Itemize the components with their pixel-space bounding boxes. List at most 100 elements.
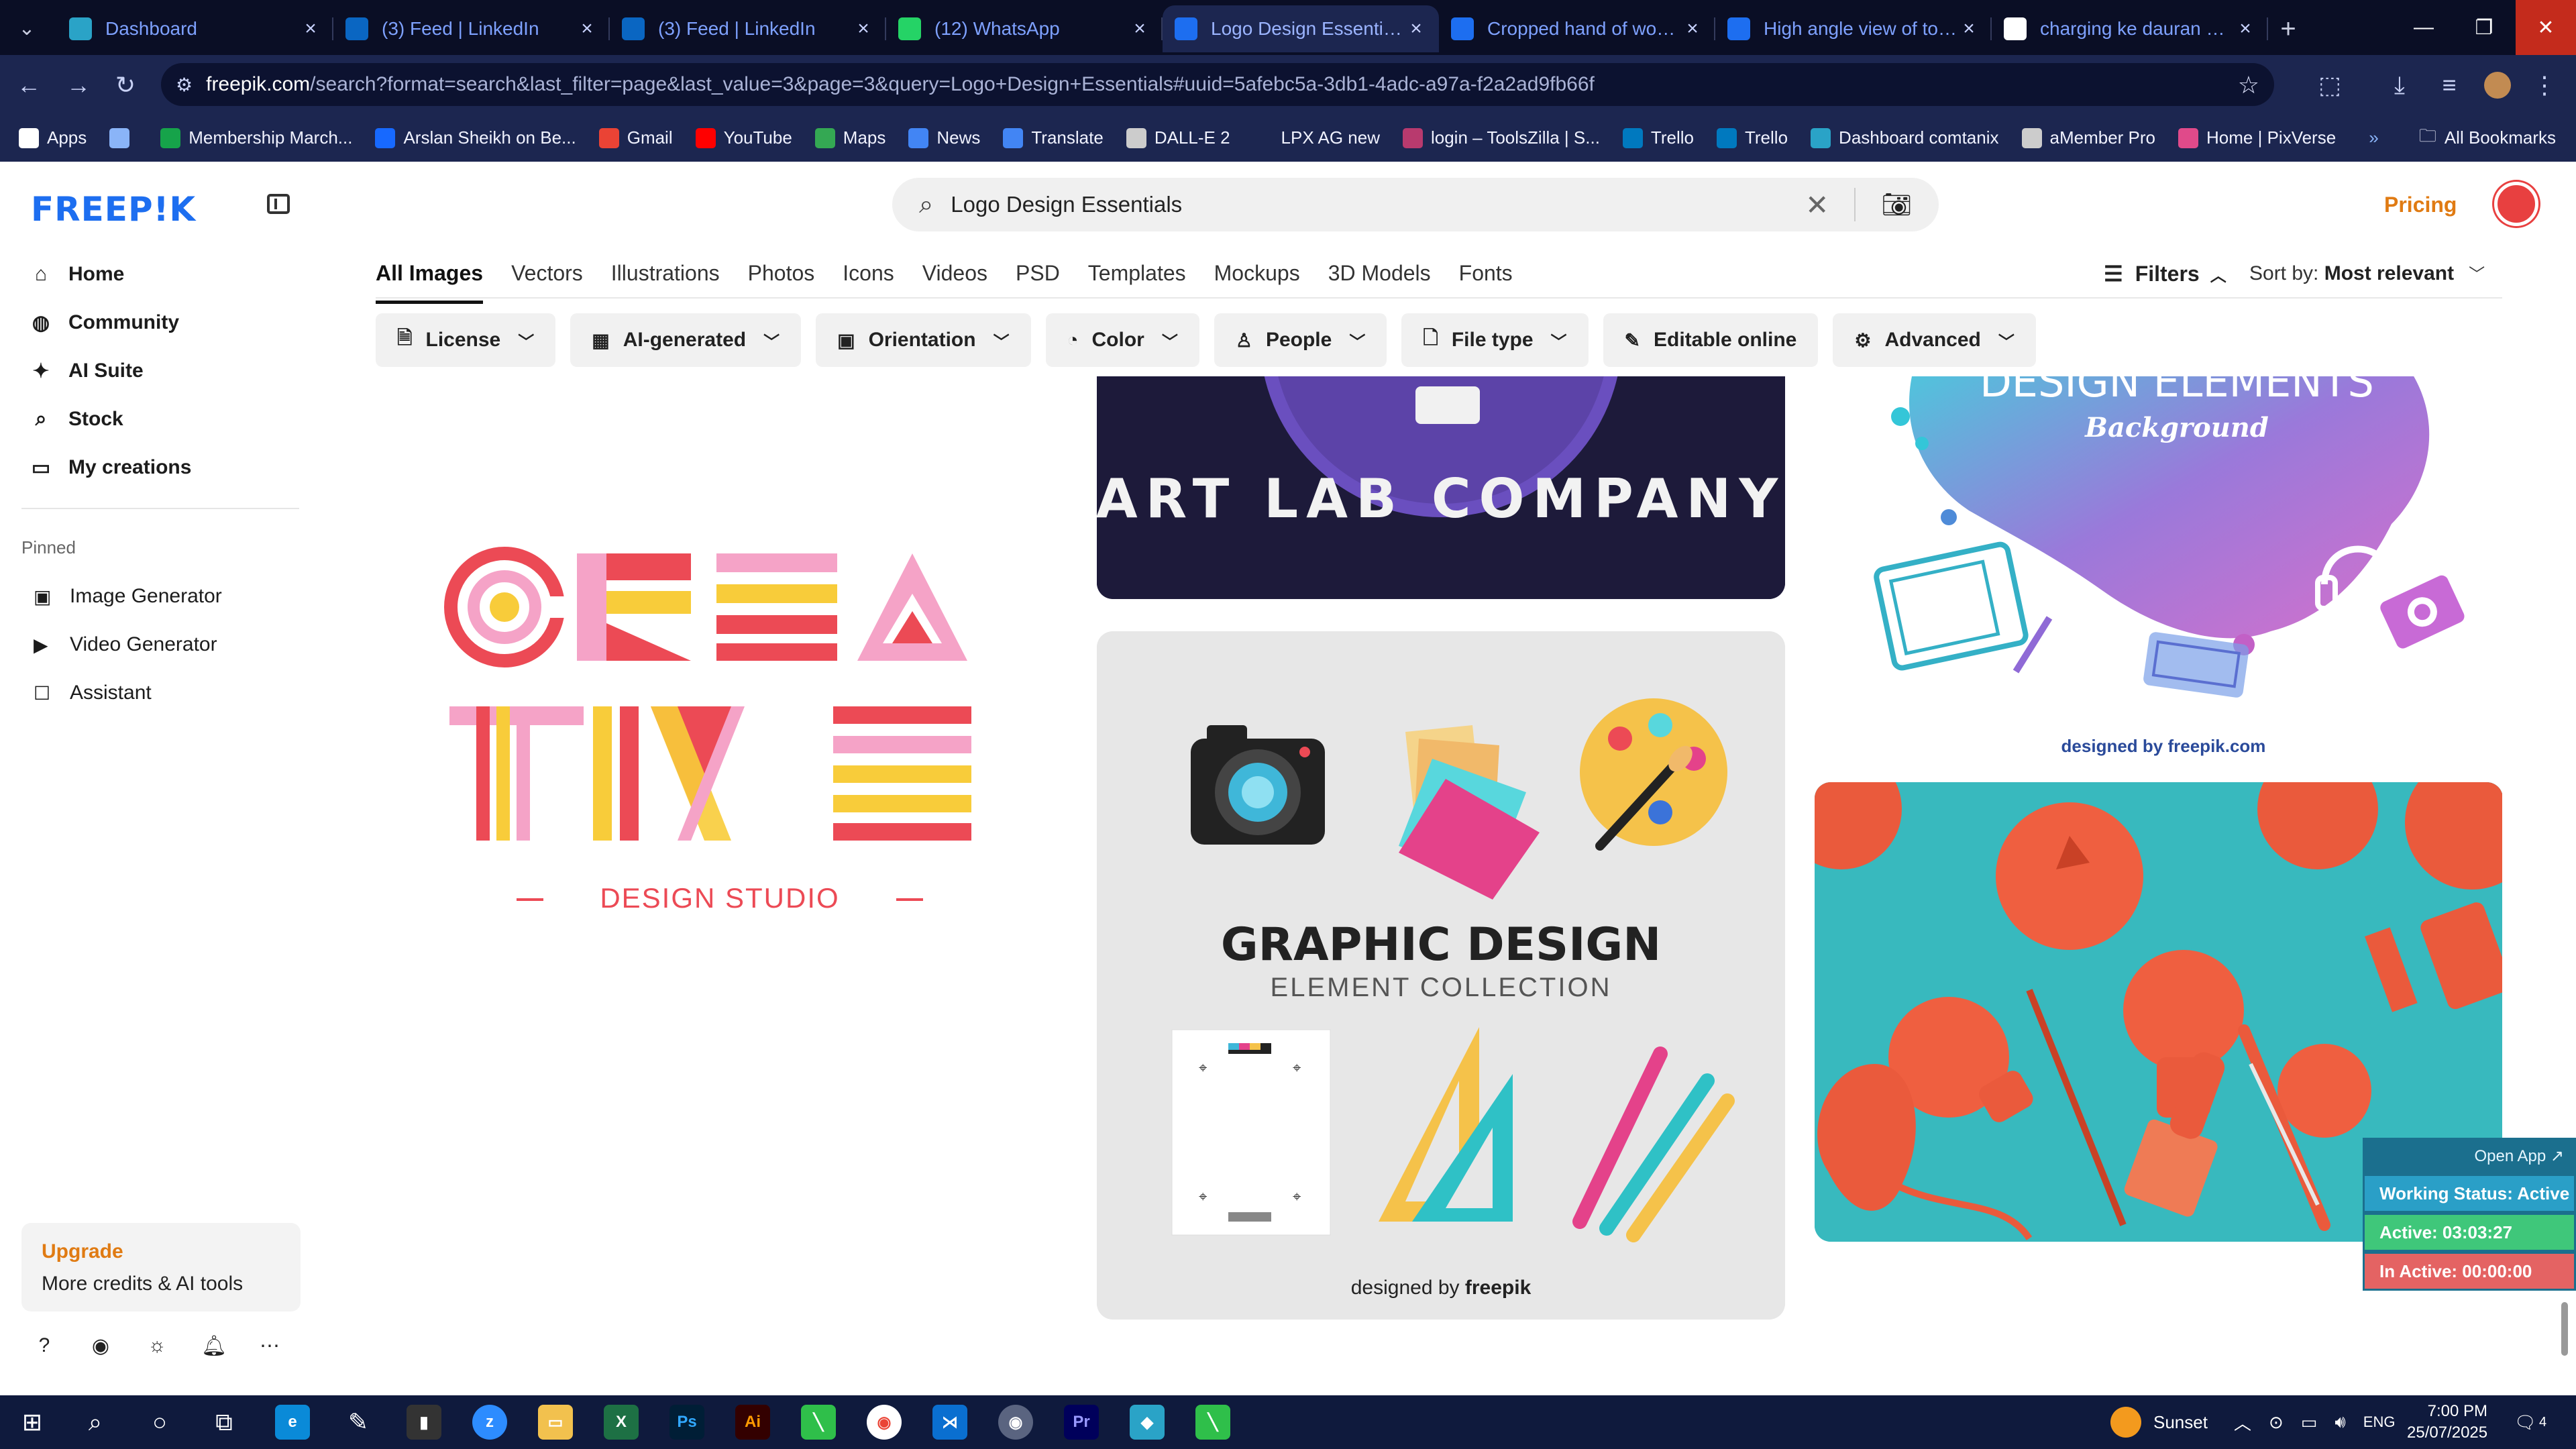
tab-search-icon[interactable]: ⌄ <box>7 9 47 47</box>
site-info-icon[interactable]: ⚙ <box>176 74 193 96</box>
sidebar-item-community[interactable]: ◍ Community <box>30 299 191 347</box>
theme-icon[interactable]: ☼ <box>145 1334 169 1358</box>
comtanix-icon[interactable]: ◆ <box>1130 1405 1165 1440</box>
result-card-graphic-design[interactable]: GRAPHIC DESIGN ELEMENT COLLECTION ⌖ ⌖ ⌖ … <box>1097 631 1785 1320</box>
bookmark-item[interactable]: Trello <box>1716 127 1788 148</box>
close-tab-icon[interactable]: × <box>576 17 598 40</box>
filter-chip-editable-online[interactable]: ✎ Editable online <box>1603 313 1819 367</box>
bookmark-item[interactable]: Home | PixVerse <box>2178 127 2336 148</box>
chrome-active-icon[interactable]: ◉ <box>998 1405 1033 1440</box>
back-button[interactable]: ← <box>11 67 47 103</box>
close-window-button[interactable]: ✕ <box>2516 0 2576 55</box>
bookmark-item[interactable]: Translate <box>1003 127 1104 148</box>
volume-icon[interactable]: 🔊︎ <box>2334 1411 2345 1433</box>
terminal-icon[interactable]: ▮ <box>407 1405 441 1440</box>
pricing-link[interactable]: Pricing <box>2384 193 2457 217</box>
bookmark-item[interactable]: Gmail <box>598 127 673 148</box>
download-icon[interactable]: ⤓ <box>2381 67 2418 103</box>
all-bookmarks[interactable]: » 🗀 All Bookmarks <box>2369 114 2556 162</box>
chevron-double-right-icon[interactable]: » <box>2369 127 2378 148</box>
open-app-button[interactable]: Open App ↗ <box>2363 1138 2576 1174</box>
excel-icon[interactable]: X <box>604 1405 639 1440</box>
language-indicator[interactable]: ENG <box>2363 1413 2396 1431</box>
bookmark-item[interactable]: Apps <box>19 127 87 148</box>
browser-tab[interactable]: Cropped hand of woman × <box>1439 5 1715 52</box>
camera-tray-icon[interactable]: ⊙ <box>2269 1412 2284 1433</box>
media-control-icon[interactable]: ≡ <box>2431 67 2467 103</box>
extension-icon[interactable]: ⬚ <box>2312 67 2348 103</box>
camera-icon[interactable]: 📷︎ <box>1881 191 1912 219</box>
pinned-item-video-generator[interactable]: ▶ Video Generator <box>34 621 222 669</box>
close-tab-icon[interactable]: × <box>1682 17 1703 40</box>
cortana-icon[interactable]: ○ <box>140 1402 180 1442</box>
restore-button[interactable]: ❐ <box>2454 0 2514 55</box>
close-tab-icon[interactable]: × <box>853 17 874 40</box>
bookmark-item[interactable]: Arslan Sheikh on Be... <box>375 127 576 148</box>
notifications[interactable]: 🗨︎ 4 <box>2514 1395 2546 1449</box>
task-view-icon[interactable]: ⧉ <box>204 1402 244 1442</box>
user-avatar[interactable] <box>2494 182 2538 226</box>
pinned-item-assistant[interactable]: ☐ Assistant <box>34 669 222 717</box>
network-icon[interactable]: ▭ <box>2301 1412 2318 1433</box>
browser-tab[interactable]: charging ke dauran hone × <box>1992 5 2268 52</box>
sort-control[interactable]: Sort by: Most relevant ﹀ <box>2249 261 2485 285</box>
pinned-item-image-generator[interactable]: ▣ Image Generator <box>34 572 222 621</box>
bookmark-item[interactable]: Maps <box>814 127 885 148</box>
browser-tab[interactable]: (12) WhatsApp × <box>886 5 1163 52</box>
bookmark-item[interactable]: Membership March... <box>160 127 352 148</box>
reload-button[interactable]: ↻ <box>107 67 144 103</box>
bookmark-item[interactable]: aMember Pro <box>2021 127 2155 148</box>
browser-tab[interactable]: Dashboard × <box>57 5 333 52</box>
vscode-icon[interactable]: ⋊ <box>932 1405 967 1440</box>
zoom-icon[interactable]: z <box>472 1405 507 1440</box>
browser-menu-icon[interactable]: ⋮ <box>2526 67 2563 103</box>
bookmark-star-icon[interactable]: ☆ <box>2238 71 2259 99</box>
bookmark-item[interactable]: YouTube <box>695 127 792 148</box>
filters-toggle[interactable]: ☰ Filters ︿ <box>2104 261 2226 286</box>
search-icon[interactable]: ⌕ <box>75 1402 115 1442</box>
close-tab-icon[interactable]: × <box>1958 17 1980 40</box>
clock[interactable]: 7:00 PM 25/07/2025 <box>2407 1401 2487 1444</box>
bell-icon[interactable]: 🔔︎ <box>201 1334 227 1358</box>
browser-tab[interactable]: High angle view of toys s × <box>1715 5 1992 52</box>
filter-chip-file-type[interactable]: 🗋 File type ﹀ <box>1401 313 1589 367</box>
pen-icon[interactable]: ✎ <box>338 1402 378 1442</box>
help-icon[interactable]: ? <box>32 1334 56 1358</box>
weather[interactable]: Sunset <box>2110 1395 2208 1449</box>
sidebar-item-ai-suite[interactable]: ✦ AI Suite <box>30 347 191 395</box>
filter-chip-people[interactable]: ♙ People ﹀ <box>1214 313 1387 367</box>
more-icon[interactable]: ⋯ <box>258 1334 282 1358</box>
upgrade-card[interactable]: Upgrade More credits & AI tools <box>21 1223 301 1311</box>
discord-icon[interactable]: ◉ <box>89 1334 113 1358</box>
bookmark-item[interactable]: DALL-E 2 <box>1126 127 1230 148</box>
premiere-icon[interactable]: Pr <box>1064 1405 1099 1440</box>
chrome-icon[interactable]: ◉ <box>867 1405 902 1440</box>
minimize-button[interactable]: — <box>2394 0 2454 55</box>
filter-chip-orientation[interactable]: ▣ Orientation ﹀ <box>816 313 1031 367</box>
bookmark-item[interactable]: Trello <box>1622 127 1694 148</box>
clear-search-icon[interactable]: ✕ <box>1805 189 1829 221</box>
result-card-artlab[interactable]: ART LAB COMPANY <box>1097 376 1785 599</box>
sidebar-item-home[interactable]: ⌂ Home <box>30 250 191 299</box>
forward-button[interactable]: → <box>60 67 97 103</box>
green-app-icon[interactable]: ╲ <box>801 1405 836 1440</box>
chevron-up-icon[interactable]: ︿ <box>2234 1410 2251 1435</box>
page-scrollbar[interactable] <box>2561 1302 2568 1356</box>
close-tab-icon[interactable]: × <box>1129 17 1150 40</box>
bookmark-item[interactable]: News <box>908 127 980 148</box>
bookmark-item[interactable] <box>109 127 138 148</box>
filter-chip-color[interactable]: ◔ Color ﹀ <box>1045 313 1199 367</box>
edge-icon[interactable]: e <box>275 1405 310 1440</box>
browser-tab[interactable]: (3) Feed | LinkedIn × <box>333 5 610 52</box>
address-bar[interactable]: ⚙ freepik.com/search?format=search&last_… <box>161 63 2274 106</box>
filter-chip-license[interactable]: 🗎 License ﹀ <box>376 313 556 367</box>
photoshop-icon[interactable]: Ps <box>669 1405 704 1440</box>
bookmark-item[interactable]: Dashboard comtanix <box>1811 127 1999 148</box>
close-tab-icon[interactable]: × <box>300 17 321 40</box>
result-card-design-elements[interactable]: DESIGN ELEMENTS Background designed by f… <box>1815 376 2502 765</box>
close-tab-icon[interactable]: × <box>1405 17 1427 40</box>
sidebar-collapse-icon[interactable] <box>267 194 290 214</box>
green-app-2-icon[interactable]: ╲ <box>1195 1405 1230 1440</box>
new-tab-button[interactable]: + <box>2268 5 2308 52</box>
file-explorer-icon[interactable]: ▭ <box>538 1405 573 1440</box>
